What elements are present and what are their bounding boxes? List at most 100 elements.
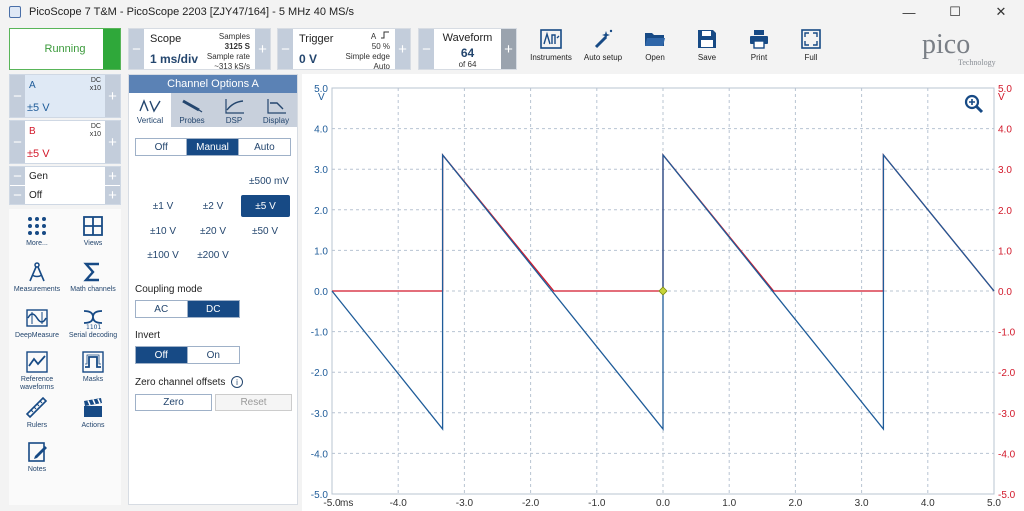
trigger-increase-button[interactable]: +: [395, 29, 410, 69]
deepmeasure-tool[interactable]: DeepMeasure: [9, 307, 65, 355]
range-mode-auto[interactable]: Auto: [238, 139, 291, 155]
coupling-dc[interactable]: DC: [187, 301, 239, 317]
views-tool[interactable]: Views: [65, 215, 121, 263]
channel-b-range[interactable]: ±5 V: [27, 148, 50, 160]
trigger-pretrigger[interactable]: 50 %: [346, 42, 390, 52]
info-icon[interactable]: i: [231, 376, 243, 388]
y-tick-label-left: 2.0: [314, 206, 328, 217]
measurements-tool[interactable]: Measurements: [9, 261, 65, 309]
range-2v[interactable]: ±2 V: [191, 196, 235, 216]
y-tick-label-right: 3.0: [998, 165, 1012, 176]
trigger-type[interactable]: Simple edge: [346, 52, 390, 62]
serial-decoding-label: Serial decoding: [68, 332, 118, 339]
zoom-icon[interactable]: [964, 94, 984, 114]
generator-state[interactable]: Off: [29, 190, 42, 201]
fullscreen-icon: [801, 29, 821, 49]
channel-b-increase-button[interactable]: +: [105, 121, 120, 163]
generator-off-increase-button[interactable]: +: [105, 186, 120, 204]
rulers-tool[interactable]: Rulers: [9, 397, 65, 445]
range-20v[interactable]: ±20 V: [191, 221, 235, 241]
channel-a-decrease-button[interactable]: −: [10, 75, 25, 117]
range-500mv[interactable]: ±500 mV: [243, 171, 295, 191]
scope-plot[interactable]: 5.04.03.02.01.00.0-1.0-2.0-3.0-4.0-5.0 5…: [302, 74, 1024, 511]
range-mode-off[interactable]: Off: [136, 139, 188, 155]
range-mode-selector: Off Manual Auto: [135, 138, 291, 156]
x-axis-ticks: -5.0 -4.0 -3.0 -2.0 -1.0 0.0 1.0 2.0 3.0 4.0 5.0: [323, 498, 1001, 509]
range-100v[interactable]: ±100 V: [141, 245, 185, 265]
measurements-label: Measurements: [13, 286, 61, 293]
minimize-button[interactable]: —: [886, 0, 932, 24]
channel-a-range[interactable]: ±5 V: [27, 102, 50, 114]
range-mode-manual[interactable]: Manual: [187, 139, 239, 155]
range-5v[interactable]: ±5 V: [241, 195, 290, 217]
scope-timebase-group: − Scope 1 ms/div Samples 3125 S Sample r…: [128, 28, 271, 71]
channel-a-panel[interactable]: − A ±5 V DC x10 +: [9, 74, 121, 118]
close-button[interactable]: ✕: [978, 0, 1024, 24]
samples-value[interactable]: 3125 S: [207, 42, 250, 52]
title-bar: PicoScope 7 T&M - PicoScope 2203 [ZJY47/…: [0, 0, 1024, 24]
reference-waveform-icon: [26, 351, 48, 373]
reset-button[interactable]: Reset: [215, 394, 292, 411]
serial-decoding-tool[interactable]: 1101 Serial decoding: [65, 307, 121, 355]
y-tick-label-right: -3.0: [998, 409, 1016, 420]
invert-on[interactable]: On: [187, 347, 239, 363]
timebase-decrease-button[interactable]: −: [129, 29, 144, 69]
timebase-increase-button[interactable]: +: [255, 29, 270, 69]
range-10v[interactable]: ±10 V: [141, 221, 185, 241]
channel-b-decrease-button[interactable]: −: [10, 121, 25, 163]
auto-setup-label: Auto setup: [583, 53, 623, 62]
maximize-button[interactable]: ☐: [932, 0, 978, 24]
coupling-mode-label: Coupling mode: [135, 284, 203, 295]
samples-label: Samples: [218, 32, 250, 41]
channel-a-increase-button[interactable]: +: [105, 75, 120, 117]
run-indicator: [103, 29, 120, 69]
generator-decrease-button[interactable]: −: [10, 167, 25, 185]
svg-text:1101: 1101: [86, 324, 101, 329]
x-tick-label: 1.0: [722, 498, 736, 509]
y-tick-label-left: 1.0: [314, 246, 328, 257]
channel-b-panel[interactable]: − B ±5 V DC x10 +: [9, 120, 121, 164]
generator-increase-button[interactable]: +: [105, 167, 120, 185]
range-1v[interactable]: ±1 V: [141, 196, 185, 216]
tab-probes[interactable]: Probes: [171, 93, 213, 127]
channel-a-probe: x10: [89, 85, 101, 92]
views-label: Views: [83, 240, 103, 247]
timebase-value[interactable]: 1 ms/div: [150, 52, 198, 66]
instruments-icon: [540, 29, 562, 49]
trigger-level[interactable]: 0 V: [299, 52, 317, 66]
coupling-ac[interactable]: AC: [136, 301, 188, 317]
full-screen-button[interactable]: Full: [780, 26, 842, 70]
generator-panel[interactable]: − − Gen Off + +: [9, 166, 121, 205]
waveform-group: − Waveform 64 of 64 +: [418, 28, 517, 70]
reference-waveforms-tool[interactable]: Reference waveforms: [9, 351, 65, 399]
y-tick-label-right: -4.0: [998, 449, 1016, 460]
traces: [331, 153, 995, 431]
y-tick-label-left: -3.0: [311, 409, 329, 420]
measurements-icon: [29, 262, 45, 282]
actions-tool[interactable]: Actions: [65, 397, 121, 445]
tab-vertical[interactable]: Vertical: [129, 93, 171, 127]
clapper-icon: [84, 398, 102, 417]
trigger-source[interactable]: A: [371, 32, 376, 41]
save-label: Save: [697, 53, 717, 62]
waveform-next-button[interactable]: +: [501, 29, 516, 69]
channel-a-name: A: [29, 80, 36, 91]
notes-tool[interactable]: Notes: [9, 441, 65, 489]
channel-b-coupling: DC: [90, 123, 101, 130]
invert-off[interactable]: Off: [136, 347, 188, 363]
scope-label: Scope: [150, 33, 182, 45]
trigger-decrease-button[interactable]: −: [278, 29, 293, 69]
more-tool[interactable]: More...: [9, 215, 65, 263]
zero-button[interactable]: Zero: [135, 394, 212, 411]
run-stop-button[interactable]: Running: [9, 28, 121, 70]
trigger-mode[interactable]: Auto: [346, 62, 390, 72]
tab-display[interactable]: Display: [255, 93, 297, 127]
range-50v[interactable]: ±50 V: [243, 221, 287, 241]
logo-text: pico: [922, 29, 970, 60]
range-200v[interactable]: ±200 V: [191, 245, 235, 265]
tab-dsp[interactable]: DSP: [213, 93, 255, 127]
math-channels-tool[interactable]: Math channels: [65, 261, 121, 309]
open-label: Open: [645, 53, 665, 62]
masks-tool[interactable]: Masks: [65, 351, 121, 399]
generator-off-decrease-button[interactable]: −: [10, 186, 25, 204]
